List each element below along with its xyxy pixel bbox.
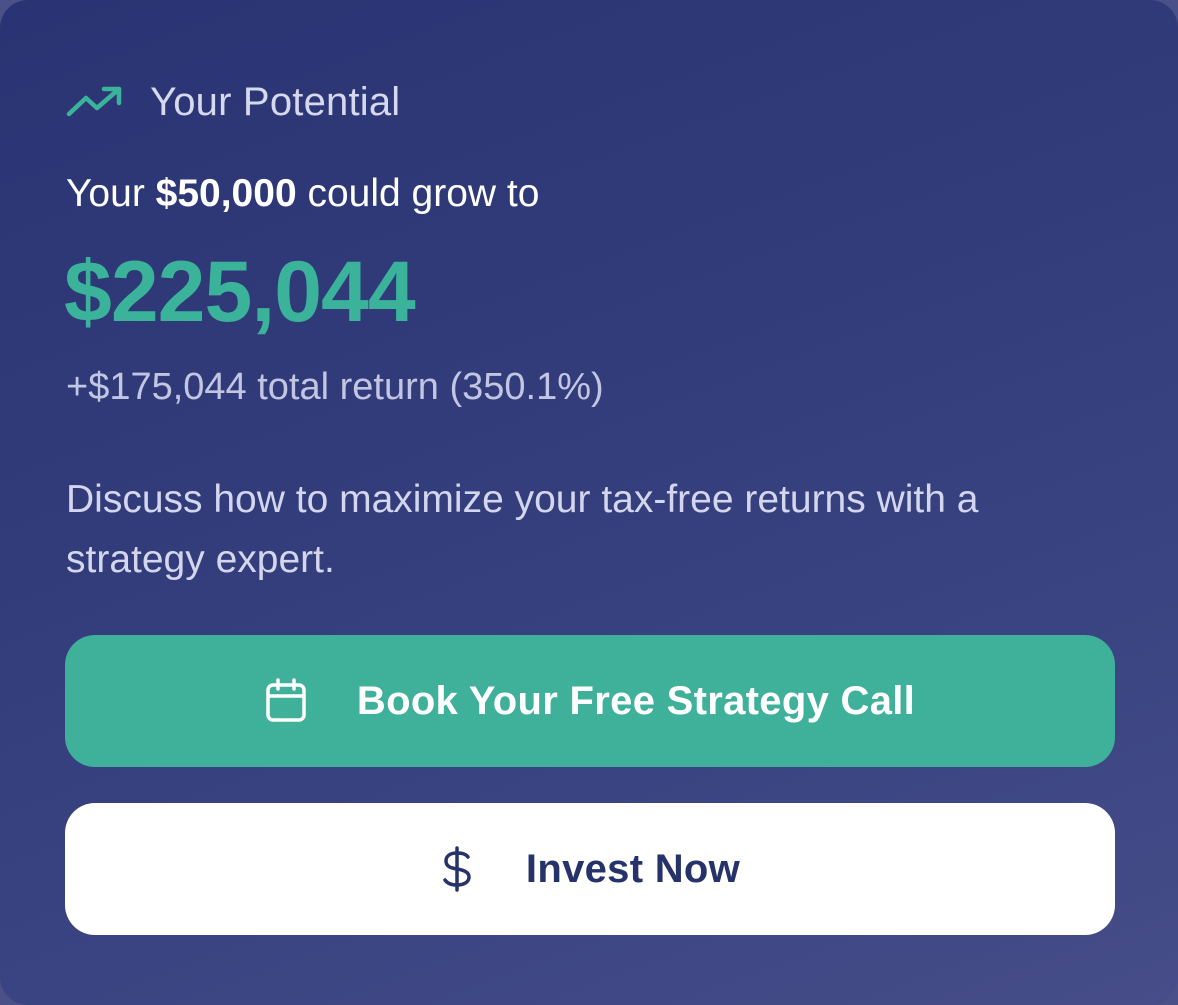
future-value: $225,044 — [64, 244, 416, 340]
intro-prefix: Your — [66, 172, 145, 215]
potential-card: Your Potential Your $50,000 could grow t… — [0, 0, 1178, 1005]
trending-up-icon — [66, 86, 122, 117]
invest-now-label: Invest Now — [525, 846, 741, 891]
book-strategy-call-button[interactable]: Book Your Free Strategy Call — [65, 635, 1115, 767]
intro-suffix: could grow to — [307, 172, 540, 215]
invest-now-button[interactable]: Invest Now — [65, 803, 1115, 935]
dollar-icon — [443, 846, 471, 892]
initial-amount: $50,000 — [155, 172, 297, 215]
growth-intro: Your $50,000 could grow to — [66, 172, 539, 216]
book-strategy-call-label: Book Your Free Strategy Call — [356, 678, 916, 723]
total-return: +$175,044 total return (350.1%) — [66, 366, 604, 408]
calendar-icon — [266, 678, 306, 722]
card-title: Your Potential — [150, 79, 401, 124]
card-header: Your Potential — [66, 76, 400, 128]
cta-description: Discuss how to maximize your tax-free re… — [66, 478, 979, 581]
